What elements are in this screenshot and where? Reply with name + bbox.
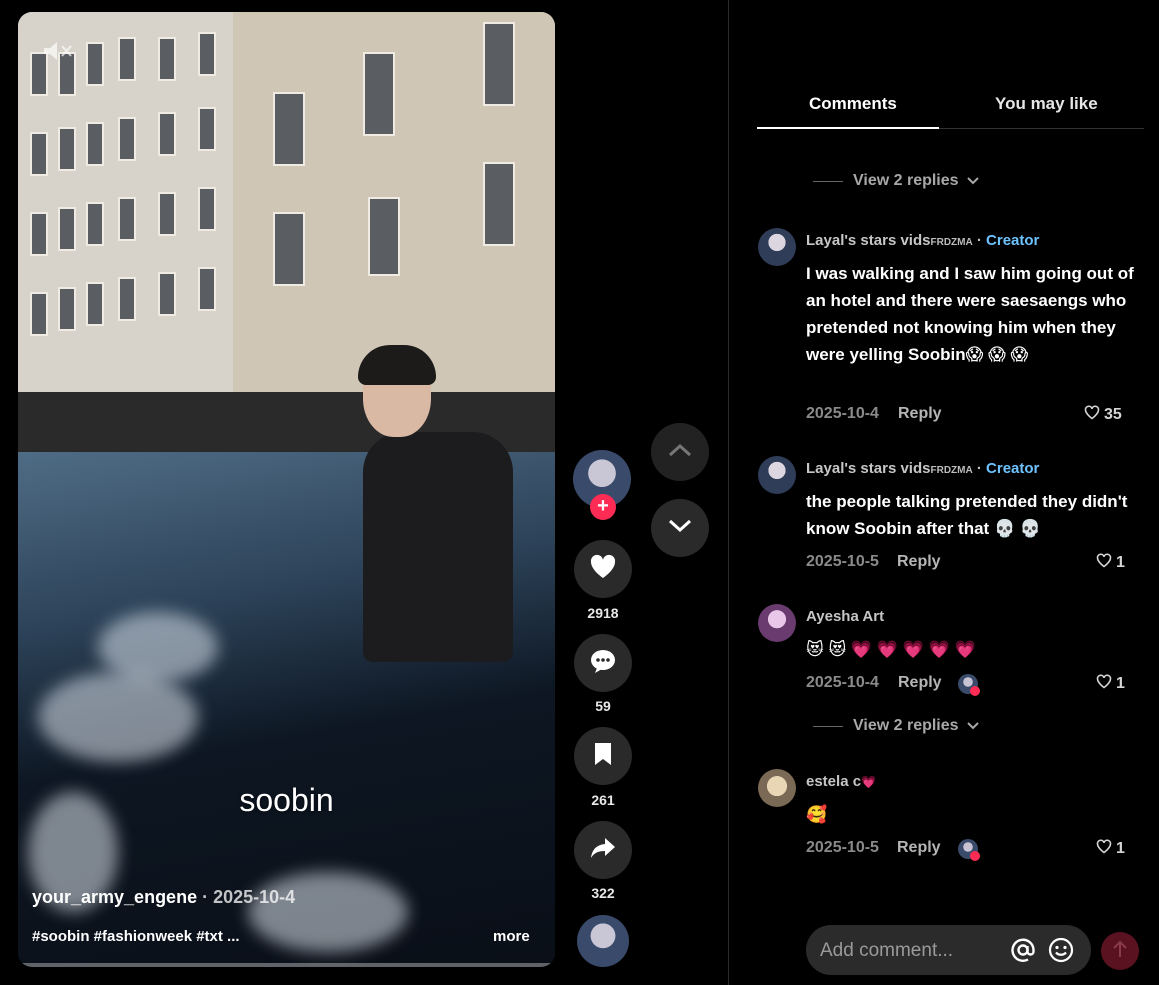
comment-text: 🥰 bbox=[806, 805, 828, 824]
comment-text: I was walking and I saw him going out of… bbox=[806, 264, 1134, 364]
comment-author-suffix: FRDZMA bbox=[930, 465, 973, 476]
reply-button[interactable]: Reply bbox=[897, 553, 941, 571]
at-icon[interactable] bbox=[1010, 937, 1036, 968]
comment-like-button[interactable]: 35 bbox=[1084, 405, 1122, 425]
video-date: 2025-10-4 bbox=[213, 887, 296, 907]
comment-author-separator: · bbox=[976, 232, 982, 249]
tab-comments[interactable]: Comments bbox=[809, 94, 897, 114]
video-player[interactable]: soobin your_army_engene · 2025-10-4 #soo… bbox=[18, 12, 555, 967]
heart-outline-icon bbox=[1096, 553, 1112, 573]
comment-like-count: 35 bbox=[1104, 406, 1122, 423]
video-overlay-text: soobin bbox=[239, 782, 334, 818]
heart-outline-icon bbox=[1084, 405, 1100, 425]
reply-button[interactable]: Reply bbox=[898, 405, 942, 423]
panel-divider bbox=[728, 0, 729, 985]
mute-icon[interactable] bbox=[42, 40, 76, 62]
video-frame-building bbox=[18, 12, 233, 442]
comment-date: 2025-10-4 bbox=[806, 405, 879, 422]
view-replies-button[interactable]: View 2 replies bbox=[813, 172, 979, 190]
comment-date: 2025-10-5 bbox=[806, 839, 879, 856]
comment-author-name: Layal's stars vids bbox=[806, 232, 931, 249]
comment-author-name: Layal's stars vids bbox=[806, 460, 931, 477]
heart-icon bbox=[970, 851, 980, 861]
creator-badge: Creator bbox=[986, 460, 1040, 477]
comment-like-count: 1 bbox=[1116, 554, 1125, 571]
comment-author[interactable]: Layal's stars vidsFRDZMA · Creator bbox=[806, 460, 1039, 477]
reply-button[interactable]: Reply bbox=[897, 839, 941, 857]
heart-outline-icon bbox=[1096, 674, 1112, 694]
comment-author[interactable]: estela c💗 bbox=[806, 773, 876, 790]
comment-author-name: estela c bbox=[806, 773, 862, 790]
heart-icon bbox=[589, 554, 617, 585]
comment-icon bbox=[589, 648, 617, 679]
comment-text: 😻 😻 💗 💗 💗 💗 💗 bbox=[806, 640, 976, 659]
comment-like-button[interactable]: 1 bbox=[1096, 839, 1125, 859]
comment-like-button[interactable]: 1 bbox=[1096, 553, 1125, 573]
send-comment-button[interactable] bbox=[1101, 932, 1139, 970]
video-author-line: your_army_engene · 2025-10-4 bbox=[32, 887, 295, 908]
sound-avatar[interactable] bbox=[577, 915, 629, 967]
previous-video-button[interactable] bbox=[651, 423, 709, 481]
comment-avatar[interactable] bbox=[758, 604, 796, 642]
tab-active-indicator bbox=[757, 127, 939, 129]
comment-author-emoji: 💗 bbox=[861, 775, 876, 789]
view-replies-label: View 2 replies bbox=[853, 172, 959, 189]
share-button[interactable] bbox=[574, 821, 632, 879]
chevron-down-icon bbox=[668, 519, 692, 538]
comment-like-button[interactable]: 1 bbox=[1096, 674, 1125, 694]
follow-button[interactable]: + bbox=[590, 494, 616, 520]
comment-author[interactable]: Layal's stars vidsFRDZMA · Creator bbox=[806, 232, 1039, 249]
video-progress-bar[interactable] bbox=[18, 963, 555, 967]
comment-author-name: Ayesha Art bbox=[806, 608, 885, 625]
creator-badge: Creator bbox=[986, 232, 1040, 249]
comment-button[interactable] bbox=[574, 634, 632, 692]
creator-liked-avatar bbox=[958, 839, 980, 861]
comment-input-container bbox=[806, 925, 1091, 975]
comment-input[interactable] bbox=[818, 937, 1002, 965]
emoji-icon[interactable] bbox=[1048, 937, 1074, 968]
view-replies-button[interactable]: View 2 replies bbox=[813, 717, 979, 735]
like-button[interactable] bbox=[574, 540, 632, 598]
reply-button[interactable]: Reply bbox=[898, 674, 942, 692]
comment-avatar[interactable] bbox=[758, 769, 796, 807]
video-date-separator: · bbox=[202, 887, 214, 907]
like-count: 2918 bbox=[587, 605, 619, 621]
video-author-name[interactable]: your_army_engene bbox=[32, 887, 197, 907]
comment-date: 2025-10-5 bbox=[806, 553, 879, 570]
tab-you-may-like[interactable]: You may like bbox=[995, 94, 1098, 114]
view-replies-line bbox=[813, 725, 843, 727]
view-replies-label: View 2 replies bbox=[853, 717, 959, 734]
comment-count: 59 bbox=[595, 698, 611, 714]
comment-avatar[interactable] bbox=[758, 456, 796, 494]
next-video-button[interactable] bbox=[651, 499, 709, 557]
share-icon bbox=[589, 836, 617, 865]
comment-author[interactable]: Ayesha Art bbox=[806, 608, 884, 625]
comment-avatar[interactable] bbox=[758, 228, 796, 266]
comment-author-separator: · bbox=[976, 460, 982, 477]
video-frame-person bbox=[363, 432, 513, 662]
comment-like-count: 1 bbox=[1116, 675, 1125, 692]
share-count: 322 bbox=[591, 885, 615, 901]
heart-icon bbox=[970, 686, 980, 696]
creator-liked-avatar bbox=[958, 674, 980, 696]
heart-outline-icon bbox=[1096, 839, 1112, 859]
video-more-button[interactable]: more bbox=[493, 928, 530, 945]
chevron-up-icon bbox=[668, 443, 692, 462]
comment-text: the people talking pretended they didn't… bbox=[806, 492, 1128, 538]
comment-like-count: 1 bbox=[1116, 840, 1125, 857]
save-count: 261 bbox=[591, 792, 615, 808]
video-hashtags[interactable]: #soobin #fashionweek #txt ... bbox=[32, 928, 240, 945]
save-button[interactable] bbox=[574, 727, 632, 785]
comment-author-suffix: FRDZMA bbox=[930, 237, 973, 248]
view-replies-line bbox=[813, 180, 843, 182]
comment-date: 2025-10-4 bbox=[806, 674, 879, 691]
chevron-down-icon bbox=[966, 172, 979, 190]
chevron-down-icon bbox=[966, 717, 979, 735]
bookmark-icon bbox=[593, 742, 613, 771]
send-arrow-icon bbox=[1112, 940, 1128, 963]
